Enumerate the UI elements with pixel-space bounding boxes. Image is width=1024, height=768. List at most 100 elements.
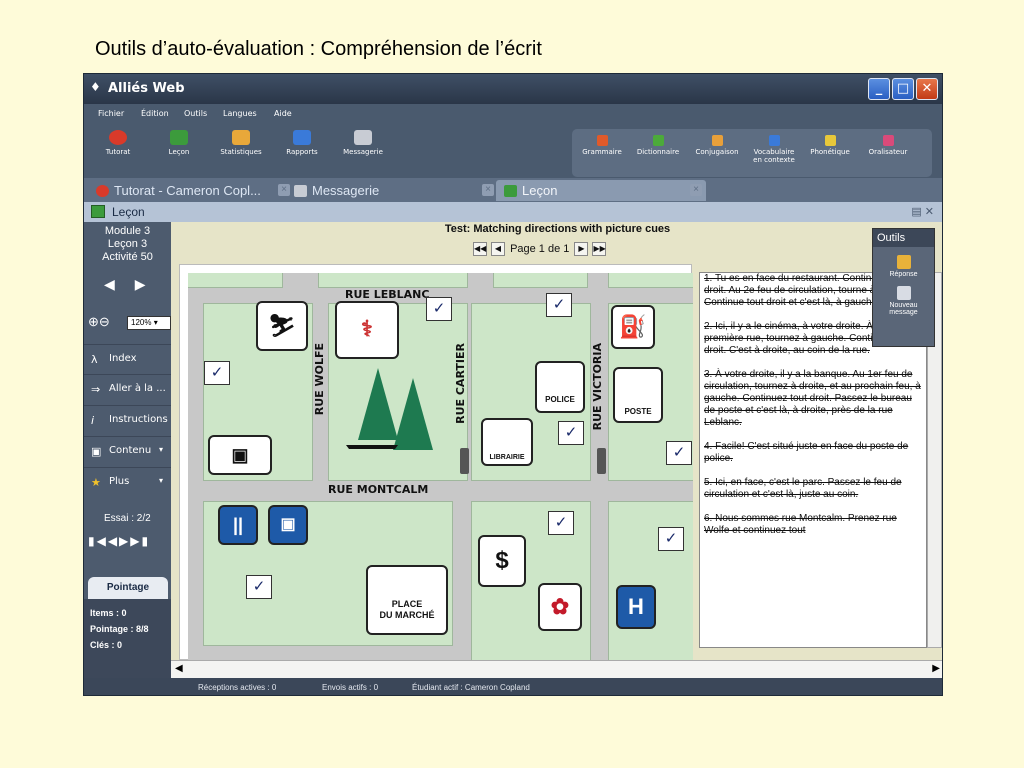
first-page-button[interactable]: ◀◀	[473, 242, 487, 256]
next-page-button[interactable]: ▶	[574, 242, 589, 256]
checkbox-theatre[interactable]: ✓	[246, 575, 272, 599]
tab-messagerie-close-icon[interactable]: ×	[482, 184, 494, 196]
last-page-button[interactable]: ▶▶	[592, 242, 607, 256]
maximize-button[interactable]: □	[892, 78, 914, 100]
menu-aide[interactable]: Aide	[274, 109, 292, 118]
horizontal-scrollbar[interactable]: ◀ ▶	[171, 660, 942, 678]
tool-grammaire-label: Grammaire	[582, 148, 622, 156]
pointage-score: Pointage : 8/8	[90, 624, 149, 634]
menu-bar: Fichier Édition Outils Langues Aide	[84, 104, 942, 124]
reports-icon	[293, 130, 311, 145]
direction-item: 5. Ici, en face, c'est le parc. Passez l…	[704, 477, 902, 500]
picnic-table-icon	[346, 445, 398, 459]
checkbox-hospital[interactable]: ✓	[658, 527, 684, 551]
hockey-rink-icon: ⛷	[256, 301, 308, 351]
sidebar-item-goto[interactable]: ⇒ Aller à la ...	[84, 374, 171, 404]
checkbox-flower-shop[interactable]: ✓	[548, 511, 574, 535]
checkbox-cinema[interactable]: ✓	[204, 361, 230, 385]
outils-title: Outils	[873, 229, 934, 247]
essai-nav-buttons[interactable]: ▮◀◀▶▶▮	[88, 534, 150, 548]
apple-icon	[96, 185, 109, 197]
activite-label: Activité 50	[102, 251, 153, 263]
tool-dictionnaire-label: Dictionnaire	[636, 148, 680, 156]
status-bar: Réceptions actives : 0 Envois actifs : 0…	[84, 678, 942, 695]
tab-messagerie[interactable]: Messagerie ×	[286, 180, 496, 201]
tab-tutorat-label: Tutorat - Cameron Copl...	[114, 183, 261, 198]
reponse-button[interactable]: Réponse	[873, 255, 934, 278]
checkbox-gas-station[interactable]: ✓	[546, 293, 572, 317]
outils-panel: Outils Réponse Nouveau message	[872, 228, 935, 347]
checkbox-bookstore[interactable]: ✓	[558, 421, 584, 445]
sidebar-item-label: Contenu	[109, 445, 152, 456]
prev-page-button[interactable]: ◀	[491, 242, 505, 256]
bank-icon: $	[478, 535, 526, 587]
chevron-down-icon: ▾	[158, 445, 163, 454]
menu-outils[interactable]: Outils	[184, 109, 207, 118]
street-map: RUE LEBLANC RUE MONTCALM RUE WOLFE RUE C…	[188, 273, 693, 661]
tool-grammaire-button[interactable]: Grammaire	[576, 135, 628, 156]
tool-dictionnaire-button[interactable]: Dictionnaire	[628, 135, 688, 156]
tool-oralisateur-label: Oralisateur	[868, 148, 908, 156]
receptions-status: Réceptions actives : 0	[198, 683, 277, 692]
toolbar-messagerie-button[interactable]: Messagerie	[333, 130, 393, 156]
toolbar-rapports-button[interactable]: Rapports	[272, 130, 332, 156]
tab-lecon-close-icon[interactable]: ×	[690, 184, 702, 196]
sidebar-item-index[interactable]: λ Index	[84, 344, 171, 374]
grammar-icon	[596, 135, 608, 146]
tool-phonetique-button[interactable]: Phonétique	[802, 135, 858, 156]
tool-conjugaison-label: Conjugaison	[695, 148, 739, 156]
sidebar-item-instructions[interactable]: i Instructions	[84, 405, 171, 435]
goto-icon: ⇒	[91, 383, 101, 396]
checkbox-pharmacy[interactable]: ✓	[426, 297, 452, 321]
tab-bar: Tutorat - Cameron Copl... × Messagerie ×…	[84, 178, 942, 202]
tab-tutorat[interactable]: Tutorat - Cameron Copl... ×	[88, 180, 290, 201]
menu-langues[interactable]: Langues	[223, 109, 257, 118]
tab-lecon[interactable]: Leçon ×	[496, 180, 706, 201]
toolbar-messagerie-label: Messagerie	[343, 148, 383, 156]
slide-title: Outils d’auto-évaluation : Compréhension…	[95, 38, 542, 60]
menu-fichier[interactable]: Fichier	[98, 109, 124, 118]
toolbar-lecon-button[interactable]: Leçon	[149, 130, 209, 156]
speaker-icon	[882, 135, 894, 146]
toolbar-tutorat-button[interactable]: Tutorat	[88, 130, 148, 156]
scroll-right-icon[interactable]: ▶	[932, 663, 940, 674]
toolbar-statistiques-button[interactable]: Statistiques	[211, 130, 271, 156]
police-icon: POLICE	[535, 361, 585, 413]
star-icon: ★	[91, 476, 101, 489]
sidebar-item-contenu[interactable]: ▣ Contenu ▾	[84, 436, 171, 466]
phonetics-icon	[824, 135, 836, 146]
sidebar: Module 3 Leçon 3 Activité 50 ◀▶ ⊕⊖ 120% …	[84, 222, 171, 680]
map-block	[188, 273, 283, 288]
envois-status: Envois actifs : 0	[322, 683, 379, 692]
scroll-left-icon[interactable]: ◀	[175, 663, 183, 674]
checkbox-post-office[interactable]: ✓	[666, 441, 692, 465]
close-button[interactable]: ✕	[916, 78, 938, 100]
pointage-panel: Items : 0 Pointage : 8/8 Clés : 0	[84, 599, 171, 679]
new-message-button[interactable]: Nouveau message	[873, 286, 934, 316]
tool-vocabulaire-button[interactable]: Vocabulaire en contexte	[746, 135, 802, 164]
lecon-label: Leçon 3	[107, 238, 148, 250]
zoom-icons[interactable]: ⊕⊖	[88, 314, 110, 330]
menu-edition[interactable]: Édition	[141, 109, 169, 118]
reponse-label: Réponse	[889, 271, 918, 278]
test-title: Test: Matching directions with picture c…	[444, 223, 671, 235]
park-tree-icon	[358, 368, 398, 440]
tool-vocabulaire-label2: en contexte	[753, 156, 795, 164]
tool-oralisateur-button[interactable]: Oralisateur	[858, 135, 918, 156]
apple-icon	[109, 130, 127, 145]
zoom-select[interactable]: 120% ▾	[127, 316, 171, 330]
park-tree-icon	[393, 378, 433, 450]
restaurant-icon: ||	[218, 505, 258, 545]
lesson-icon	[504, 185, 517, 197]
lesson-icon	[91, 205, 105, 218]
lesson-header-label: Leçon	[112, 205, 145, 219]
post-office-icon: POSTE	[613, 367, 663, 423]
tool-conjugaison-button[interactable]: Conjugaison	[688, 135, 746, 156]
lesson-window-buttons[interactable]: ▤ ✕	[911, 205, 934, 218]
toolbar-tutorat-label: Tutorat	[105, 148, 131, 156]
tool-phonetique-label: Phonétique	[810, 148, 850, 156]
activity-nav-arrows[interactable]: ◀▶	[104, 276, 166, 293]
language-tools-group: Grammaire Dictionnaire Conjugaison Vocab…	[572, 129, 932, 177]
sidebar-item-plus[interactable]: ★ Plus ▾	[84, 467, 171, 497]
minimize-button[interactable]: _	[868, 78, 890, 100]
